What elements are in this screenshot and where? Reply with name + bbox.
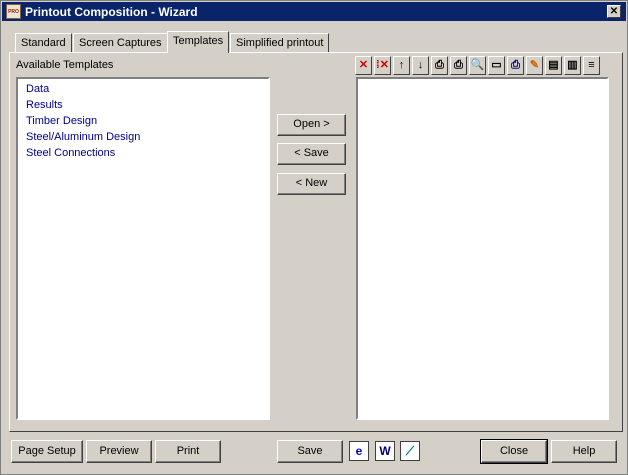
- window-close-button[interactable]: ✕: [607, 5, 621, 18]
- delete-icon[interactable]: ✕: [355, 56, 372, 75]
- save-template-button[interactable]: < Save: [277, 143, 346, 165]
- list-item[interactable]: Data: [26, 83, 49, 95]
- list-item[interactable]: Timber Design: [26, 115, 97, 127]
- list-item[interactable]: Results: [26, 99, 63, 111]
- save-layout-icon[interactable]: ▤: [545, 56, 562, 75]
- print-selected-icon[interactable]: ⎙: [431, 56, 448, 75]
- printer-icon[interactable]: ⎙: [507, 56, 524, 75]
- open-button[interactable]: Open >: [277, 114, 346, 136]
- text-list-icon[interactable]: ≡: [583, 56, 600, 75]
- ie-export-icon[interactable]: e: [349, 441, 369, 461]
- preview-button[interactable]: Preview: [86, 440, 152, 463]
- tab-screen-captures[interactable]: Screen Captures: [73, 33, 168, 52]
- title-bar[interactable]: PRO Printout Composition - Wizard ✕: [2, 2, 626, 21]
- tab-simplified-printout[interactable]: Simplified printout: [230, 33, 330, 52]
- move-up-icon[interactable]: ↑: [393, 56, 410, 75]
- close-button[interactable]: Close: [480, 439, 548, 464]
- app-icon: PRO: [6, 4, 21, 19]
- preview-icon[interactable]: 🔍: [469, 56, 486, 75]
- help-button[interactable]: Help: [551, 440, 617, 463]
- word-export-icon[interactable]: W: [375, 441, 395, 461]
- move-down-icon[interactable]: ↓: [412, 56, 429, 75]
- print-remove-icon[interactable]: ⎙: [450, 56, 467, 75]
- window-title: Printout Composition - Wizard: [25, 5, 198, 19]
- available-templates-list[interactable]: Data Results Timber Design Steel/Aluminu…: [16, 77, 270, 420]
- new-template-button[interactable]: < New: [277, 173, 346, 195]
- print-button[interactable]: Print: [155, 440, 221, 463]
- tab-standard[interactable]: Standard: [15, 33, 72, 52]
- layout-icon[interactable]: ▥: [564, 56, 581, 75]
- available-templates-label: Available Templates: [16, 59, 114, 71]
- printout-composition-list[interactable]: [356, 77, 609, 420]
- list-item[interactable]: Steel/Aluminum Design: [26, 131, 140, 143]
- page-setup-button[interactable]: Page Setup: [11, 440, 83, 463]
- page-setup-icon[interactable]: ▭: [488, 56, 505, 75]
- excel-export-icon[interactable]: ⟋: [400, 441, 420, 461]
- printout-composition-window: PRO Printout Composition - Wizard ✕ Stan…: [0, 0, 628, 475]
- save-button[interactable]: Save: [277, 440, 343, 463]
- delete-all-icon[interactable]: ⁞✕: [374, 56, 391, 75]
- list-item[interactable]: Steel Connections: [26, 147, 115, 159]
- edit-icon[interactable]: ✎: [526, 56, 543, 75]
- tab-templates[interactable]: Templates: [167, 31, 230, 53]
